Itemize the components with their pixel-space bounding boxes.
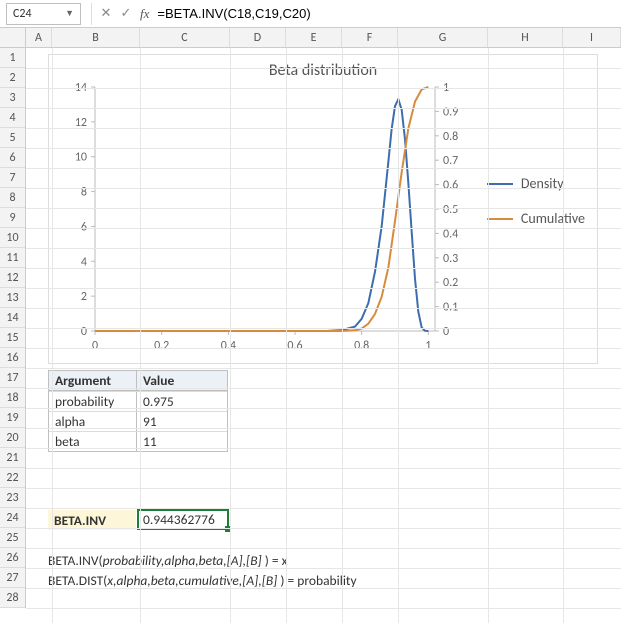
spreadsheet-grid: ABCDEFGHI 123456789101112131415161718192… — [0, 28, 621, 623]
chevron-down-icon[interactable]: ▼ — [65, 8, 74, 19]
row-header[interactable]: 13 — [0, 288, 25, 308]
formula-note-2: BETA.DIST(x,alpha,beta,cumulative,[A],[B… — [48, 572, 357, 589]
svg-text:0.6: 0.6 — [443, 179, 458, 193]
row-header[interactable]: 20 — [0, 428, 25, 448]
result-label-cell[interactable]: BETA.INV — [48, 510, 136, 530]
column-header[interactable]: H — [488, 28, 563, 47]
chart-plot-area: 0246810121400.10.20.30.40.50.60.70.80.91… — [55, 81, 475, 359]
svg-text:0.2: 0.2 — [154, 339, 169, 353]
row-header[interactable]: 26 — [0, 548, 25, 568]
row-headers: 1234567891011121314151617181920212223242… — [0, 48, 26, 608]
svg-text:0: 0 — [92, 339, 98, 353]
row-header[interactable]: 3 — [0, 88, 25, 108]
chart-legend: Density Cumulative — [487, 175, 585, 245]
row-header[interactable]: 28 — [0, 588, 25, 608]
row-header[interactable]: 21 — [0, 448, 25, 468]
row-header[interactable]: 8 — [0, 188, 25, 208]
result-label: BETA.INV — [54, 512, 106, 529]
column-header[interactable]: A — [26, 28, 52, 47]
svg-text:0.8: 0.8 — [443, 130, 458, 144]
row-header[interactable]: 2 — [0, 68, 25, 88]
column-header[interactable]: D — [230, 28, 286, 47]
column-header[interactable]: F — [342, 28, 398, 47]
formula-note-1: BETA.INV(probability,alpha,beta,[A],[B] … — [48, 552, 288, 569]
row-header[interactable]: 27 — [0, 568, 25, 588]
formula-bar: C24 ▼ ✕ ✓ fx — [0, 0, 621, 28]
row-header[interactable]: 25 — [0, 528, 25, 548]
legend-label: Cumulative — [521, 210, 585, 227]
svg-text:1: 1 — [425, 339, 431, 353]
row-header[interactable]: 10 — [0, 228, 25, 248]
name-box[interactable]: C24 ▼ — [6, 3, 81, 25]
legend-swatch-density — [487, 183, 513, 185]
svg-text:0.6: 0.6 — [287, 339, 302, 353]
svg-text:10: 10 — [75, 151, 87, 165]
check-icon[interactable]: ✓ — [116, 3, 136, 25]
separator — [91, 3, 92, 25]
row-header[interactable]: 1 — [0, 48, 25, 68]
row-header[interactable]: 7 — [0, 168, 25, 188]
column-header[interactable]: B — [52, 28, 140, 47]
column-header[interactable]: I — [563, 28, 621, 47]
row-header[interactable]: 16 — [0, 348, 25, 368]
row-header[interactable]: 22 — [0, 468, 25, 488]
row-header[interactable]: 24 — [0, 508, 25, 528]
result-value: 0.944362776 — [143, 511, 215, 528]
legend-density: Density — [487, 175, 585, 192]
svg-text:0.4: 0.4 — [443, 227, 458, 241]
argument-table: Argument Value probability 0.975 alpha 9… — [48, 370, 228, 452]
row-header[interactable]: 6 — [0, 148, 25, 168]
legend-cumulative: Cumulative — [487, 210, 585, 227]
row-header[interactable]: 9 — [0, 208, 25, 228]
row-header[interactable]: 19 — [0, 408, 25, 428]
formula-input[interactable] — [153, 3, 621, 25]
row-header[interactable]: 11 — [0, 248, 25, 268]
row-header[interactable]: 18 — [0, 388, 25, 408]
row-header[interactable]: 4 — [0, 108, 25, 128]
row-header[interactable]: 14 — [0, 308, 25, 328]
row-header[interactable]: 12 — [0, 268, 25, 288]
row-header[interactable]: 5 — [0, 128, 25, 148]
row-header[interactable]: 17 — [0, 368, 25, 388]
column-header[interactable]: C — [140, 28, 230, 47]
svg-text:2: 2 — [81, 290, 87, 304]
cancel-icon[interactable]: ✕ — [96, 3, 116, 25]
fx-icon[interactable]: fx — [136, 6, 153, 22]
column-headers: ABCDEFGHI — [26, 28, 621, 48]
svg-text:0.7: 0.7 — [443, 154, 458, 168]
column-header[interactable]: E — [286, 28, 342, 47]
svg-text:0.5: 0.5 — [443, 203, 458, 217]
selected-cell[interactable]: 0.944362776 — [137, 509, 229, 530]
row-header[interactable]: 23 — [0, 488, 25, 508]
svg-text:0.8: 0.8 — [354, 339, 369, 353]
select-all-corner[interactable] — [0, 28, 26, 48]
cells-area[interactable]: Beta distribution 0246810121400.10.20.30… — [26, 48, 621, 623]
beta-distribution-chart[interactable]: Beta distribution 0246810121400.10.20.30… — [48, 54, 598, 364]
row-header[interactable]: 15 — [0, 328, 25, 348]
legend-label: Density — [521, 175, 564, 192]
cell-reference: C24 — [13, 7, 32, 21]
column-header[interactable]: G — [398, 28, 488, 47]
svg-text:0.4: 0.4 — [221, 339, 236, 353]
legend-swatch-cumulative — [487, 218, 513, 220]
svg-text:0.3: 0.3 — [443, 252, 458, 266]
